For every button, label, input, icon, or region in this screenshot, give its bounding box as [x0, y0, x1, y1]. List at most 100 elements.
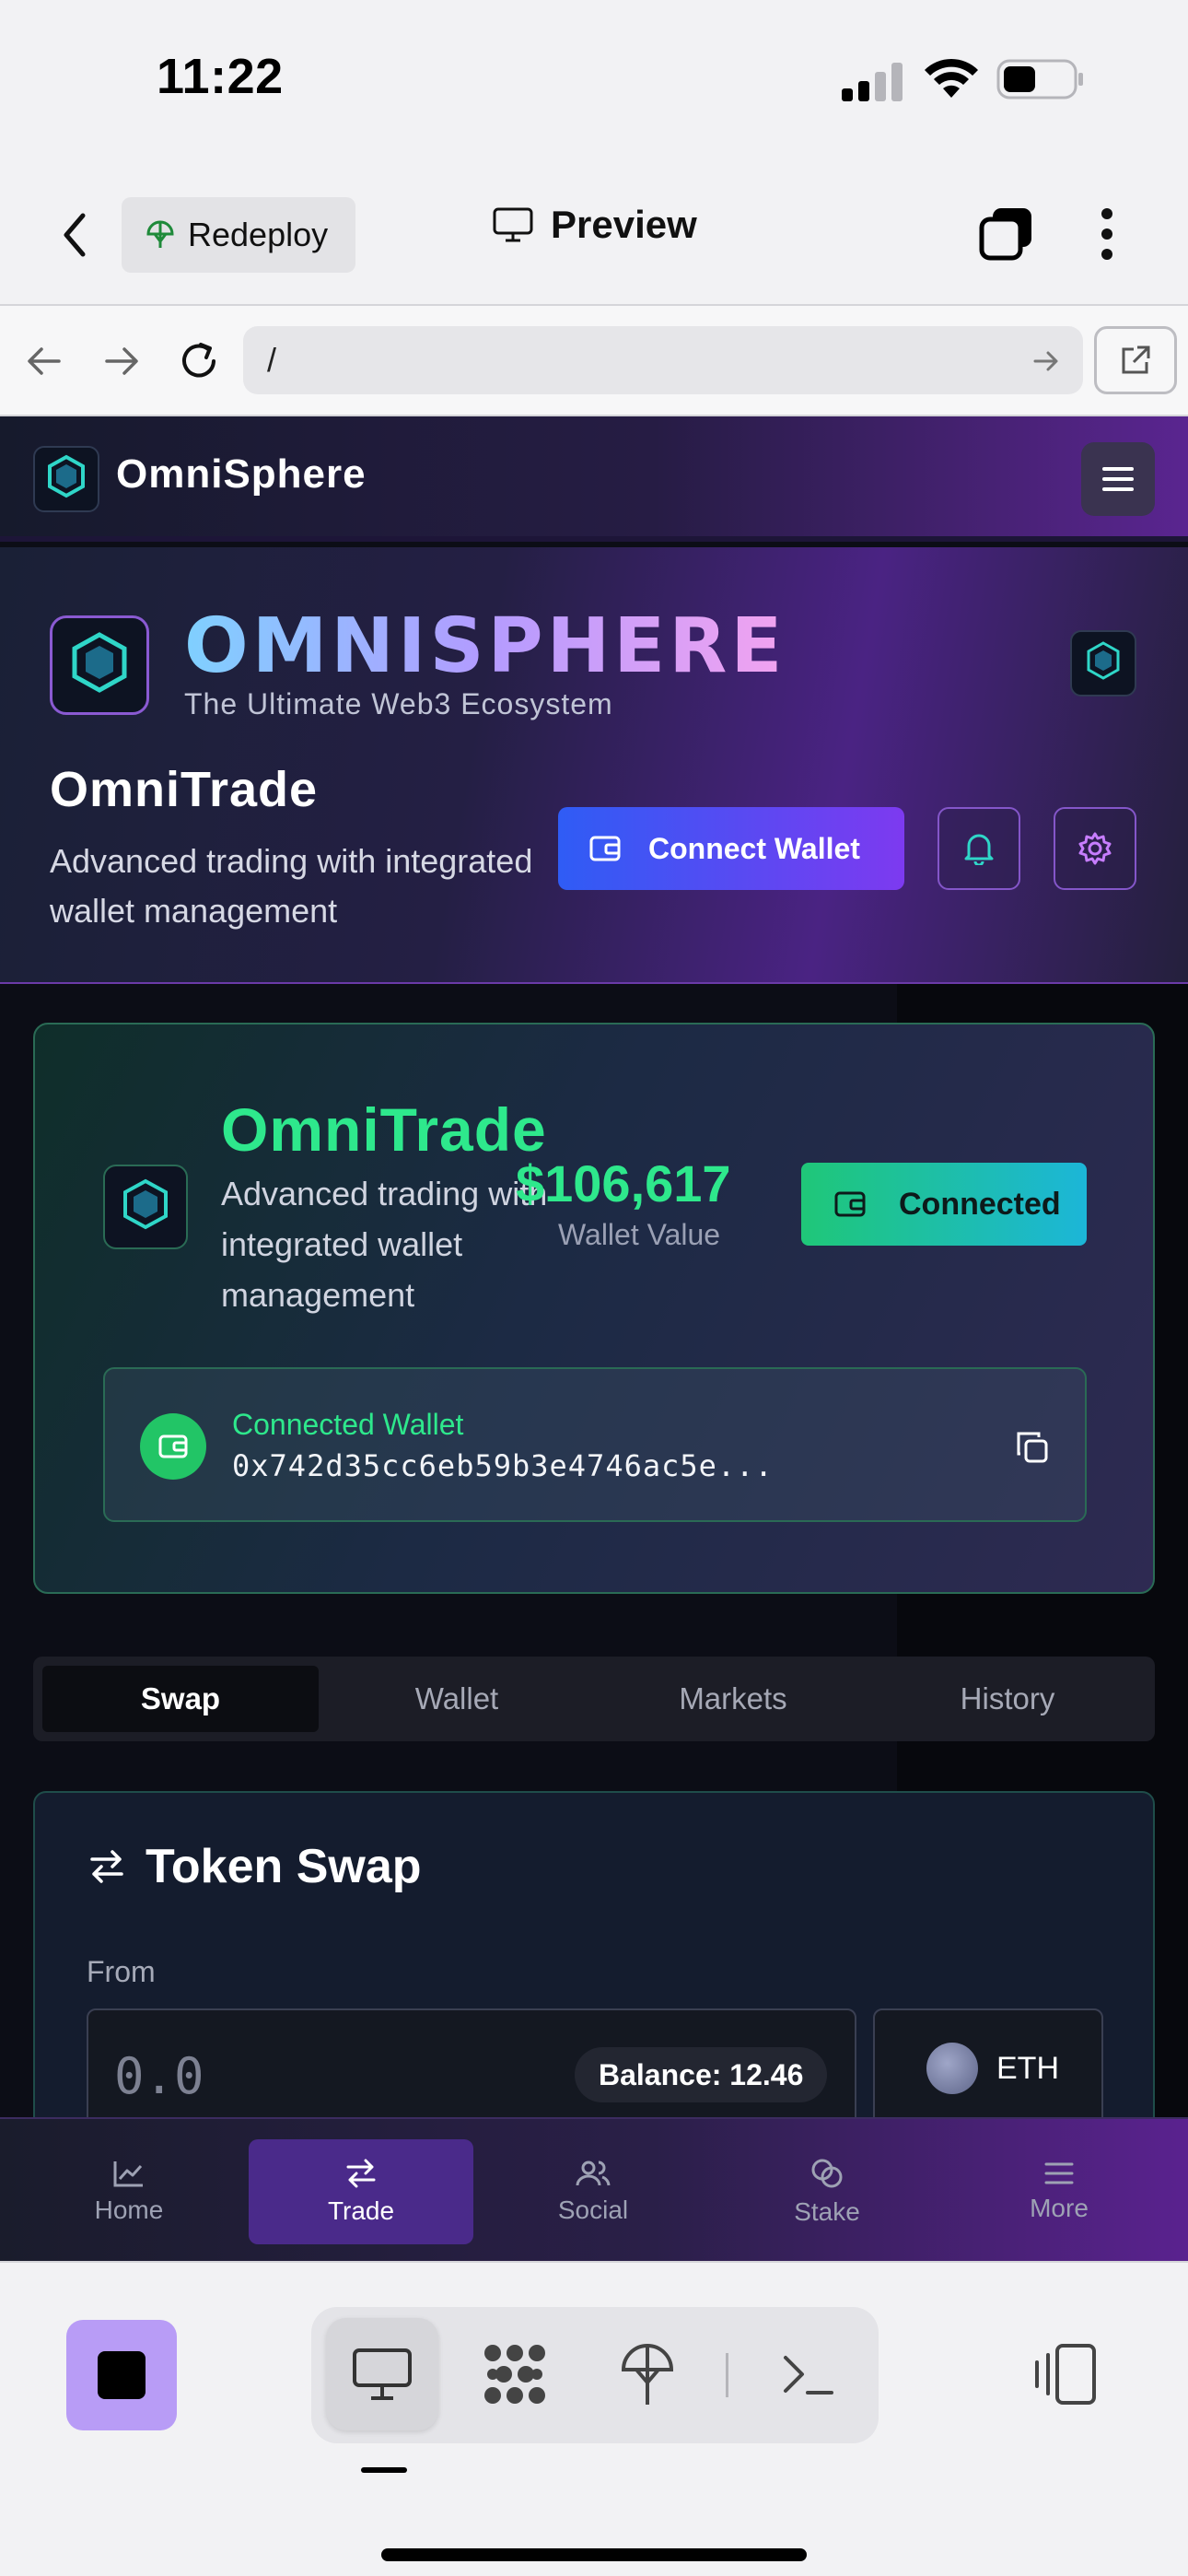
card-title: OmniTrade [221, 1095, 547, 1164]
tabs-switcher-icon[interactable] [978, 205, 1035, 262]
browser-forward-icon[interactable] [103, 345, 140, 378]
nav-social[interactable]: Social [481, 2139, 705, 2244]
chart-line-icon [113, 2161, 143, 2187]
go-arrow-icon[interactable] [1033, 350, 1059, 372]
connected-label: Connected [899, 1186, 1061, 1222]
notifications-button[interactable] [938, 807, 1020, 890]
wifi-icon [925, 58, 978, 98]
site-navbar: OmniSphere [0, 416, 1188, 542]
wallet-summary-card: OmniTrade Advanced trading with integrat… [33, 1023, 1155, 1594]
browser-bar: / [0, 306, 1188, 416]
open-external-button[interactable] [1094, 326, 1177, 394]
preview-mode-button[interactable] [326, 2318, 438, 2430]
hero-logo [50, 615, 149, 715]
balance-chip[interactable]: Balance: 12.46 [575, 2047, 828, 2102]
deploy-tree-icon [146, 220, 174, 248]
url-input[interactable]: / [243, 326, 1083, 394]
swap-arrows-icon [346, 2159, 376, 2188]
app-toolbar [0, 2261, 1188, 2576]
wallet-address: 0x742d35cc6eb59b3e4746ac5e... [232, 1448, 774, 1483]
from-label: From [87, 1955, 156, 1988]
connect-wallet-label: Connect Wallet [648, 831, 860, 865]
battery-icon [996, 59, 1083, 100]
url-text: / [267, 341, 277, 379]
card-logo [103, 1165, 188, 1249]
tab-history[interactable]: History [869, 1666, 1146, 1732]
workspace-mode-button[interactable] [459, 2318, 571, 2430]
from-token-select[interactable]: ETH [873, 2008, 1103, 2119]
bell-icon [964, 834, 994, 865]
redeploy-button[interactable]: Redeploy [122, 197, 355, 273]
nav-social-label: Social [557, 2195, 629, 2224]
nav-more[interactable]: More [947, 2139, 1171, 2244]
brand-title: OMNISPHERE [184, 603, 786, 690]
active-tab-indicator [361, 2467, 407, 2473]
token-swap-card: Token Swap From 0.0 Balance: 12.46 ETH [33, 1791, 1155, 2119]
back-chevron-icon[interactable] [61, 212, 88, 258]
hero-app-description: Advanced trading with integrated wallet … [50, 842, 533, 930]
view-mode-group [311, 2307, 879, 2443]
monitor-icon [353, 2348, 412, 2400]
wallet-value-label: Wallet Value [558, 1218, 721, 1251]
stop-button[interactable] [66, 2320, 177, 2430]
toolbar-divider [726, 2353, 728, 2397]
brand-subtitle: The Ultimate Web3 Ecosystem [184, 687, 613, 720]
omnisphere-logo[interactable] [33, 446, 99, 512]
trade-tabs: Swap Wallet Markets History [33, 1657, 1155, 1741]
nav-stake[interactable]: Stake [715, 2139, 939, 2244]
terminal-mode-button[interactable] [751, 2318, 864, 2430]
status-time: 11:22 [157, 49, 284, 104]
monitor-icon [493, 207, 533, 242]
cellular-signal-icon [842, 63, 903, 101]
nav-trade[interactable]: Trade [249, 2139, 473, 2244]
menu-hamburger-button[interactable] [1081, 442, 1155, 516]
copy-icon [1017, 1432, 1048, 1463]
status-bar: 11:22 [0, 0, 1188, 157]
browser-back-icon[interactable] [26, 345, 63, 378]
amount-placeholder: 0.0 [114, 2047, 204, 2105]
connect-wallet-button[interactable]: Connect Wallet [558, 807, 904, 890]
settings-button[interactable] [1054, 807, 1136, 890]
tab-wallet[interactable]: Wallet [319, 1666, 595, 1732]
device-rotate-icon[interactable] [1030, 2342, 1100, 2406]
webpage-viewport: OmniSphere OMNISPHERE The Ultimate Web3 … [0, 416, 1188, 2119]
tab-markets[interactable]: Markets [595, 1666, 871, 1732]
wallet-value-amount: $106,617 [516, 1154, 731, 1212]
connected-wallet-box: Connected Wallet 0x742d35cc6eb59b3e4746a… [103, 1367, 1087, 1522]
preview-label: Preview [551, 203, 697, 246]
swap-title-text: Token Swap [146, 1840, 422, 1893]
nav-trade-label: Trade [327, 2196, 395, 2225]
app-header: Redeploy Preview [0, 157, 1188, 306]
nav-home[interactable]: Home [17, 2139, 241, 2244]
wallet-icon [834, 1191, 866, 1217]
home-indicator [381, 2548, 807, 2561]
redeploy-label: Redeploy [188, 216, 329, 253]
eth-token-icon [926, 2043, 978, 2094]
coins-icon [811, 2159, 843, 2188]
connected-button[interactable]: Connected [801, 1163, 1087, 1246]
hero-app-title: OmniTrade [50, 762, 319, 817]
swap-arrows-icon [90, 1850, 123, 1883]
reload-icon[interactable] [177, 339, 221, 383]
grid-blobs-icon [484, 2345, 545, 2404]
nav-stake-label: Stake [794, 2197, 860, 2226]
wallet-status-icon [140, 1413, 206, 1480]
nav-more-label: More [1030, 2194, 1089, 2222]
wallet-icon [589, 836, 621, 861]
gear-icon [1078, 832, 1112, 865]
external-link-icon [1122, 345, 1150, 374]
site-name[interactable]: OmniSphere [116, 451, 367, 498]
connected-wallet-label: Connected Wallet [232, 1408, 464, 1441]
hero-section: OMNISPHERE The Ultimate Web3 Ecosystem O… [0, 547, 1188, 984]
preview-title: Preview [492, 203, 697, 247]
tab-swap[interactable]: Swap [42, 1666, 319, 1732]
deploy-mode-button[interactable] [591, 2318, 704, 2430]
copy-address-button[interactable] [1009, 1424, 1055, 1470]
users-icon [576, 2160, 611, 2186]
stop-icon [98, 2351, 146, 2399]
from-amount-input[interactable]: 0.0 Balance: 12.46 [87, 2008, 856, 2119]
swap-title: Token Swap [88, 1839, 422, 1894]
menu-icon [1044, 2162, 1074, 2184]
bottom-navigation: Home Trade Social Stake More [0, 2117, 1188, 2261]
more-vertical-icon[interactable] [1098, 206, 1116, 262]
